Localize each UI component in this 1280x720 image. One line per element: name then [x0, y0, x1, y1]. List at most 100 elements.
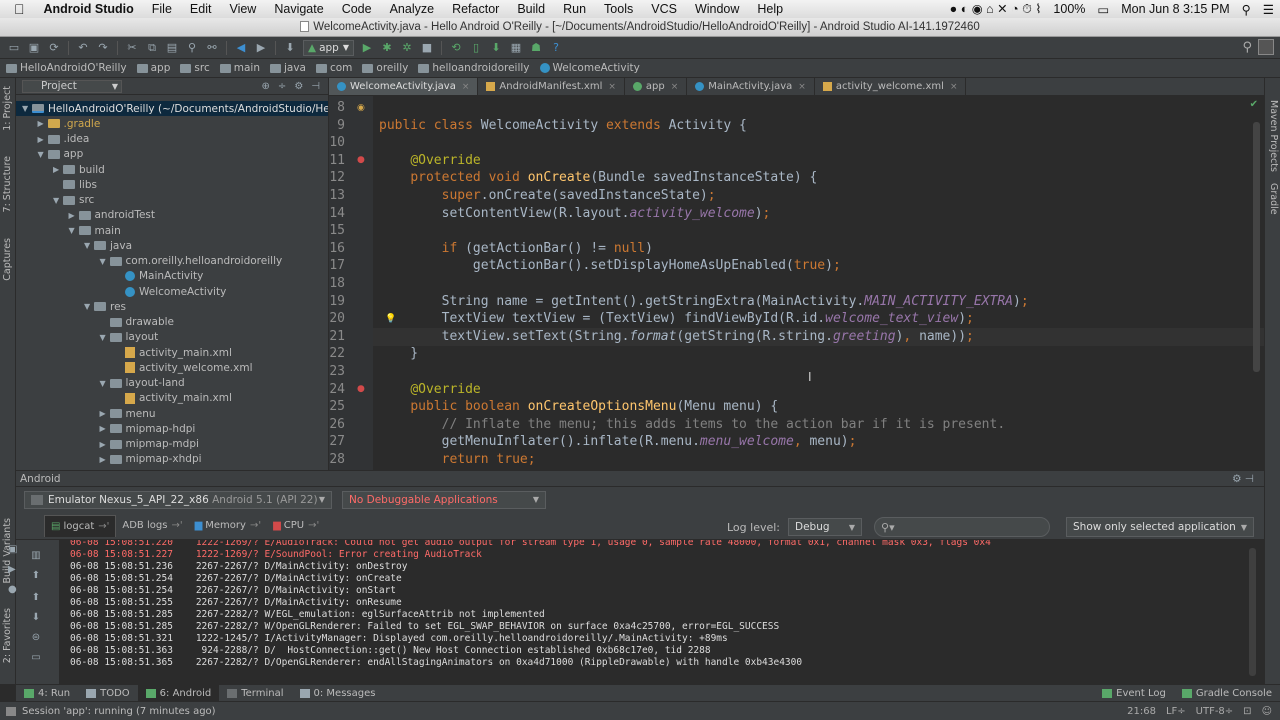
sync-icon[interactable]: ⊕ — [262, 81, 270, 92]
run-configuration-select[interactable]: ▲ app ▼ — [303, 39, 354, 56]
chevron-down-icon[interactable]: ▼ — [84, 302, 94, 311]
tree-item[interactable]: activity_welcome.xml — [16, 360, 253, 375]
close-icon[interactable]: × — [798, 82, 806, 92]
editor-tab[interactable]: app × — [625, 78, 688, 95]
avd-manager-icon[interactable]: ▯ — [468, 40, 484, 56]
tab-adb-logs[interactable]: ADB logs →' — [116, 515, 188, 537]
chevron-right-icon[interactable]: ▶ — [38, 119, 48, 128]
tab-logcat[interactable]: ▤ logcat →' — [44, 514, 117, 537]
scroll-to-end-icon[interactable]: ⬆ — [30, 570, 42, 581]
chevron-down-icon[interactable]: ▼ — [53, 196, 63, 205]
chevron-right-icon[interactable]: ▶ — [100, 455, 110, 464]
tree-item[interactable]: ▼ java — [16, 238, 132, 253]
undo-icon[interactable]: ↶ — [75, 40, 91, 56]
close-icon[interactable]: × — [462, 82, 470, 92]
tab-gradle-console[interactable]: Gradle Console — [1174, 685, 1280, 702]
breadcrumb-item[interactable]: app — [136, 62, 170, 74]
paste-icon[interactable]: ▤ — [164, 40, 180, 56]
tab-terminal[interactable]: Terminal — [219, 685, 291, 702]
chevron-down-icon[interactable]: ▼ — [100, 379, 110, 388]
menu-edit[interactable]: Edit — [181, 2, 221, 16]
menu-code[interactable]: Code — [333, 2, 381, 16]
logcat-filter-select[interactable]: Show only selected application ▼ — [1066, 517, 1255, 537]
cut-icon[interactable]: ✂ — [124, 40, 140, 56]
close-icon[interactable]: ▭ — [30, 652, 42, 663]
replace-icon[interactable]: ⚯ — [204, 40, 220, 56]
chevron-right-icon[interactable]: ▶ — [100, 424, 110, 433]
sync-gradle-icon[interactable]: ⟲ — [448, 40, 464, 56]
settings-icon[interactable]: ⚙ — [294, 81, 303, 92]
menu-tools[interactable]: Tools — [595, 2, 642, 16]
hide-icon[interactable]: ⊣ — [311, 81, 320, 92]
menu-refactor[interactable]: Refactor — [443, 2, 508, 16]
chevron-right-icon[interactable]: ▶ — [100, 409, 110, 418]
breadcrumb-item[interactable]: main — [219, 62, 260, 74]
override-marker-icon[interactable]: ● — [357, 155, 365, 165]
chevron-down-icon[interactable]: ▼ — [84, 241, 94, 250]
menu-run[interactable]: Run — [554, 2, 595, 16]
attach-debugger-icon[interactable]: ✲ — [399, 40, 415, 56]
tool-window-maven[interactable]: Maven Projects — [1268, 100, 1279, 172]
menu-view[interactable]: View — [220, 2, 265, 16]
intention-bulb-icon[interactable]: 💡 — [385, 314, 396, 324]
device-select[interactable]: Emulator Nexus_5_API_22_x86 Android 5.1 … — [24, 490, 332, 509]
class-marker-icon[interactable]: ◉ — [357, 103, 365, 113]
tree-item[interactable]: ▶ androidTest — [16, 208, 156, 223]
close-icon[interactable]: × — [608, 82, 616, 92]
sync-icon[interactable]: ⟳ — [46, 40, 62, 56]
tree-item[interactable]: drawable — [16, 315, 174, 330]
breadcrumb-item[interactable]: oreilly — [362, 62, 408, 74]
menu-file[interactable]: File — [143, 2, 181, 16]
tree-item[interactable]: ▶ mipmap-xhdpi — [16, 452, 202, 467]
close-icon[interactable]: × — [950, 82, 958, 92]
tree-item[interactable]: ▶ menu — [16, 406, 156, 421]
tree-item[interactable]: ▼ src — [16, 193, 94, 208]
android-monitor-icon[interactable]: ☗ — [528, 40, 544, 56]
close-icon[interactable]: × — [671, 82, 679, 92]
tree-item[interactable]: ▼ layout — [16, 330, 159, 345]
tree-item[interactable]: ▼ layout-land — [16, 376, 185, 391]
menu-vcs[interactable]: VCS — [642, 2, 686, 16]
collapse-icon[interactable]: ÷ — [278, 81, 286, 92]
find-icon[interactable]: ⚲ — [184, 40, 200, 56]
logcat-scrollbar[interactable] — [1249, 548, 1256, 676]
chevron-down-icon[interactable]: ▼ — [100, 333, 110, 342]
tab-event-log[interactable]: Event Log — [1094, 685, 1174, 702]
apple-menu-icon[interactable]:  — [0, 1, 35, 17]
chevron-down-icon[interactable]: ▼ — [100, 257, 110, 266]
tree-item[interactable]: ▼ com.oreilly.helloandroidoreilly — [16, 254, 283, 269]
editor-tab[interactable]: MainActivity.java × — [687, 78, 815, 95]
line-separator[interactable]: LF÷ — [1166, 706, 1186, 717]
tree-item[interactable]: ▼ app — [16, 147, 84, 162]
tool-window-project[interactable]: 1: Project — [2, 86, 13, 131]
chevron-down-icon[interactable]: ▼ — [22, 104, 32, 113]
code-editor[interactable]: WelcomeActivity.java × AndroidManifest.xml… — [329, 78, 1264, 470]
fullscreen-icon[interactable] — [1258, 39, 1274, 55]
tab-memory[interactable]: ▆ Memory →' — [189, 515, 268, 537]
editor-scrollbar[interactable] — [1253, 122, 1260, 372]
menu-help[interactable]: Help — [748, 2, 792, 16]
save-all-icon[interactable]: ▣ — [26, 40, 42, 56]
tool-window-structure[interactable]: 7: Structure — [2, 156, 13, 212]
tool-window-gradle[interactable]: Gradle — [1268, 183, 1279, 215]
menu-analyze[interactable]: Analyze — [381, 2, 443, 16]
editor-tab[interactable]: activity_welcome.xml × — [815, 78, 967, 95]
file-encoding[interactable]: UTF-8÷ — [1196, 706, 1234, 717]
run-icon[interactable]: ▶ — [359, 40, 375, 56]
search-everywhere-icon[interactable]: ⚲ — [1242, 40, 1252, 55]
tool-windows-icon[interactable] — [6, 706, 16, 716]
camera-icon[interactable]: ▣ — [8, 544, 17, 555]
inspector-icon[interactable]: ☺ — [1262, 706, 1272, 717]
process-select[interactable]: No Debuggable Applications ▼ — [342, 490, 546, 509]
logcat-output[interactable]: 06-08 15:08:51.220 1222-1269/? E/AudioTr… — [60, 540, 1264, 684]
spotlight-icon[interactable]: ⚲ — [1236, 2, 1257, 17]
breadcrumb-item[interactable]: helloandroidoreilly — [418, 62, 530, 74]
stop-icon[interactable]: ■ — [419, 40, 435, 56]
project-view-select[interactable]: Project ▼ — [22, 79, 122, 93]
tree-item[interactable]: ▶ mipmap-mdpi — [16, 437, 199, 452]
editor-tab[interactable]: AndroidManifest.xml × — [478, 78, 625, 95]
tree-item[interactable]: ▼ main — [16, 223, 121, 238]
video-icon[interactable]: ▶ — [8, 564, 16, 575]
back-icon[interactable]: ◀ — [233, 40, 249, 56]
menu-build[interactable]: Build — [508, 2, 554, 16]
